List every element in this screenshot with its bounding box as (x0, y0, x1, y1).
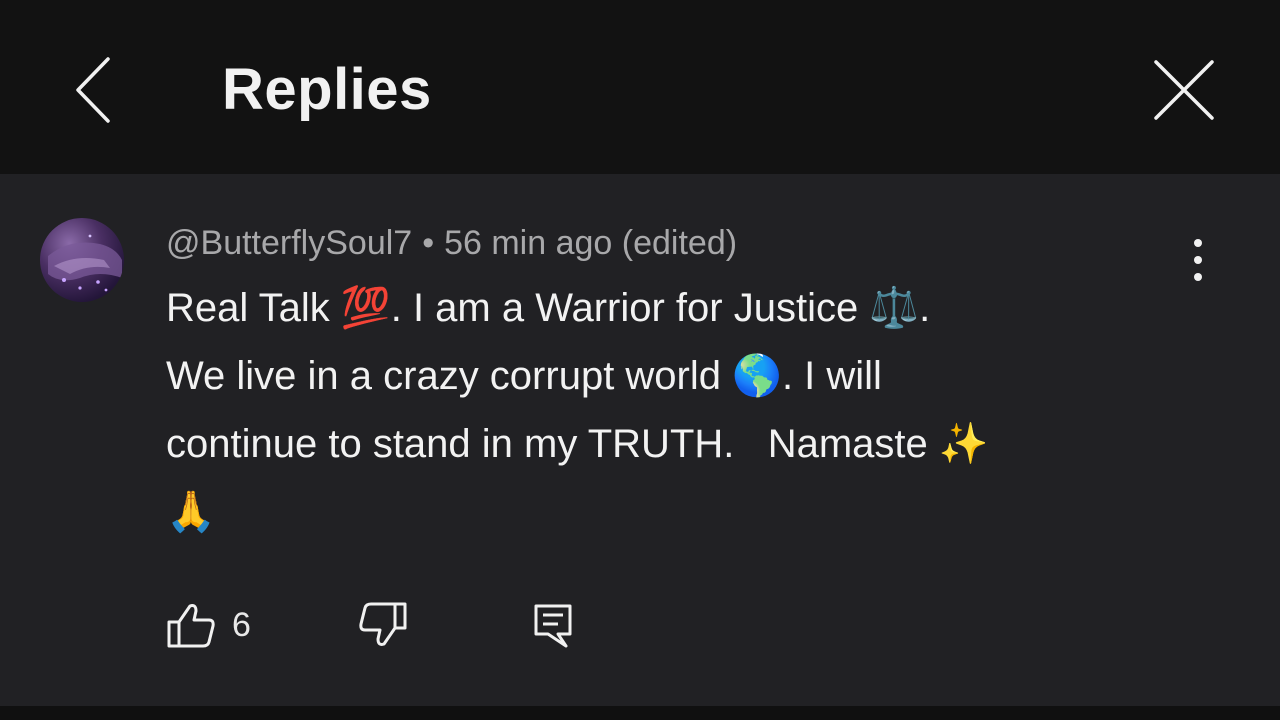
more-options-button[interactable] (1174, 232, 1222, 288)
like-button[interactable] (166, 600, 216, 650)
folded-hands-emoji: 🙏 (166, 490, 216, 534)
meta-separator: • (422, 224, 435, 262)
comment-text-segment: continue to stand in my TRUTH. Namaste (166, 422, 939, 466)
thumbs-down-icon (359, 602, 407, 646)
reply-button[interactable] (532, 600, 574, 650)
close-button[interactable] (1146, 50, 1222, 130)
comment-text: Real Talk 💯. I am a Warrior for Justice … (166, 274, 1176, 546)
reply-icon (534, 604, 572, 648)
comment-text-segment: . I will (781, 354, 882, 398)
comment-meta: @ButterflySoul7 • 56 min ago (edited) (166, 220, 737, 266)
sparkles-emoji: ✨ (938, 422, 989, 466)
comment-line: We live in a crazy corrupt world 🌎. I wi… (166, 342, 1176, 410)
comment-line: continue to stand in my TRUTH. Namaste ✨ (166, 410, 1176, 478)
avatar-image (48, 234, 122, 292)
comment-text-segment: Real Talk (166, 286, 341, 330)
thumbs-up-icon (167, 604, 215, 648)
avatar[interactable] (40, 218, 124, 302)
comment-line: Real Talk 💯. I am a Warrior for Justice … (166, 274, 1176, 342)
globe-emoji: 🌎 (732, 354, 782, 398)
hundred-points-emoji: 💯 (340, 286, 391, 330)
page-title: Replies (222, 57, 432, 122)
comment-actions: 6 (166, 594, 626, 658)
balance-scale-emoji: ⚖️ (869, 286, 920, 330)
comment-text-segment: We live in a crazy corrupt world (166, 354, 733, 398)
comment-line: 🙏 (166, 478, 1176, 546)
comment-text-segment: . I am a Warrior for Justice (390, 286, 870, 330)
comment-time: 56 min ago (edited) (444, 224, 738, 262)
back-button[interactable] (62, 50, 126, 130)
bottom-divider (0, 706, 1280, 720)
like-count: 6 (232, 606, 251, 644)
header: Replies (0, 0, 1280, 174)
more-vertical-icon (1194, 239, 1202, 281)
author-name[interactable]: @ButterflySoul7 (166, 224, 412, 262)
dislike-button[interactable] (358, 600, 408, 650)
comment-text-segment: . (919, 286, 931, 330)
close-icon (1154, 60, 1214, 120)
chevron-left-icon (76, 57, 110, 123)
